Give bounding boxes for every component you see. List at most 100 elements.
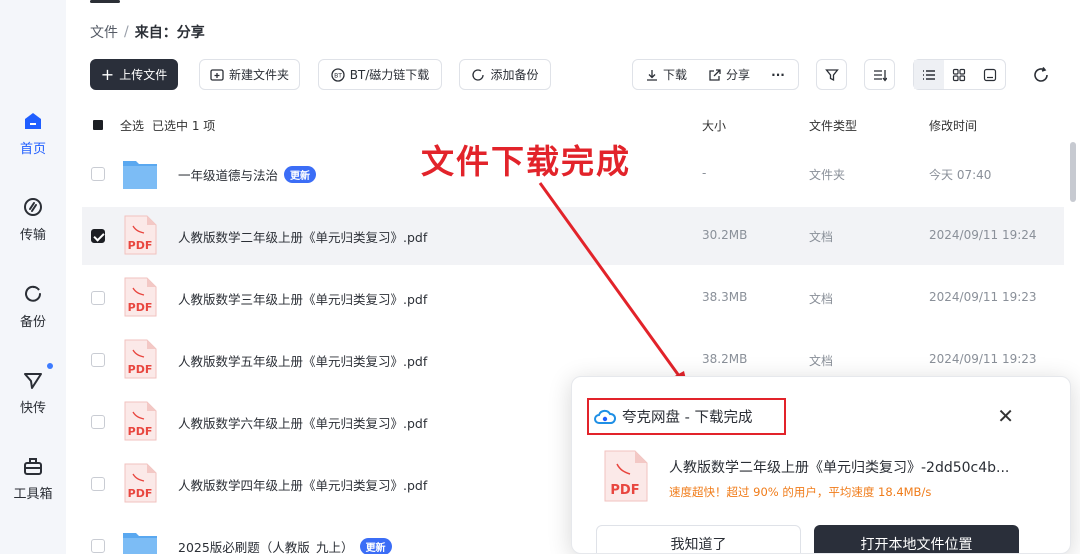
pdf-icon: PDF xyxy=(124,463,157,503)
pdf-file-icon: PDF xyxy=(604,450,648,502)
row-checkbox[interactable] xyxy=(91,539,105,553)
file-name-text: 人教版数学六年级上册《单元归类复习》.pdf xyxy=(178,416,428,431)
sidebar-item-toolbox[interactable]: 工具箱 xyxy=(0,455,66,502)
download-icon xyxy=(646,69,657,81)
quick-send-icon xyxy=(24,373,42,389)
share-button[interactable]: 分享 xyxy=(699,60,759,89)
more-button[interactable]: ··· xyxy=(759,60,797,89)
filter-icon xyxy=(824,68,839,81)
add-backup-label: 添加备份 xyxy=(490,68,539,82)
file-name[interactable]: 一年级道德与法治 更新 xyxy=(178,165,317,184)
update-badge: 更新 xyxy=(359,538,392,554)
new-folder-button[interactable]: 新建文件夹 xyxy=(199,59,300,90)
sort-icon xyxy=(873,69,887,82)
sidebar-item-quick-send[interactable]: 快传 xyxy=(0,369,66,416)
popup-file-name: 人教版数学二年级上册《单元归类复习》-2dd50c4b... xyxy=(669,460,1010,476)
share-label: 分享 xyxy=(725,68,750,82)
select-all-label[interactable]: 全选 xyxy=(120,117,144,134)
tab-indicator xyxy=(90,0,120,3)
file-name-text: 人教版数学二年级上册《单元归类复习》.pdf xyxy=(178,230,428,245)
column-type[interactable]: 文件类型 xyxy=(809,117,857,134)
sidebar-item-label: 传输 xyxy=(19,228,46,243)
row-checkbox[interactable] xyxy=(91,353,105,367)
file-size: - xyxy=(702,166,707,180)
bt-download-button[interactable]: BT BT/磁力链下载 xyxy=(318,59,442,90)
home-icon xyxy=(25,113,41,129)
row-checkbox[interactable] xyxy=(91,291,105,305)
table-row[interactable]: PDF 人教版数学二年级上册《单元归类复习》.pdf 30.2MB 文档 2024/09… xyxy=(82,207,1064,265)
column-size[interactable]: 大小 xyxy=(702,117,726,134)
filter-button[interactable] xyxy=(816,59,847,90)
selected-count: 已选中 1 项 xyxy=(152,119,216,133)
file-name[interactable]: 2025版必刷题（人教版_九上） 更新 xyxy=(178,537,392,554)
file-type: 文档 xyxy=(809,292,834,306)
toolbox-icon xyxy=(24,458,42,475)
file-name-text: 人教版数学五年级上册《单元归类复习》.pdf xyxy=(178,354,428,369)
file-type: 文档 xyxy=(809,354,834,368)
download-label: 下载 xyxy=(662,68,687,82)
table-row[interactable]: PDF 人教版数学三年级上册《单元归类复习》.pdf 38.3MB 文档 2024/09… xyxy=(82,269,1064,327)
file-modified-time: 2024/09/11 19:23 xyxy=(929,352,1037,366)
file-name[interactable]: 人教版数学二年级上册《单元归类复习》.pdf xyxy=(178,227,427,246)
backup-icon xyxy=(472,68,485,81)
file-name[interactable]: 人教版数学四年级上册《单元归类复习》.pdf xyxy=(178,475,427,494)
file-modified-time: 今天 07:40 xyxy=(929,168,992,182)
file-name[interactable]: 人教版数学六年级上册《单元归类复习》.pdf xyxy=(178,413,427,432)
share-icon xyxy=(709,68,721,81)
file-modified-time: 2024/09/11 19:24 xyxy=(929,228,1037,242)
row-checkbox[interactable] xyxy=(91,229,105,243)
sort-button[interactable] xyxy=(864,59,895,90)
file-type: 文档 xyxy=(809,230,834,244)
upload-button[interactable]: + 上传文件 xyxy=(90,59,178,90)
file-name-text: 人教版数学三年级上册《单元归类复习》.pdf xyxy=(178,292,428,307)
svg-text:BT: BT xyxy=(334,72,342,79)
refresh-button[interactable] xyxy=(1031,65,1051,85)
sidebar-item-transfer[interactable]: 传输 xyxy=(0,196,66,243)
sidebar-item-backup[interactable]: 备份 xyxy=(0,283,66,330)
view-switcher xyxy=(913,59,1006,90)
preview-view-button[interactable] xyxy=(975,60,1005,89)
breadcrumb-root[interactable]: 文件 xyxy=(90,22,118,42)
close-icon[interactable]: ✕ xyxy=(997,406,1014,426)
more-icon: ··· xyxy=(771,67,785,82)
file-name-text: 2025版必刷题（人教版_九上） xyxy=(178,540,354,554)
select-all-checkbox[interactable] xyxy=(91,118,105,132)
scrollbar[interactable] xyxy=(1070,142,1076,202)
quark-cloud-icon xyxy=(594,409,616,424)
pdf-icon: PDF xyxy=(124,339,157,379)
file-name[interactable]: 人教版数学五年级上册《单元归类复习》.pdf xyxy=(178,351,427,370)
file-size: 38.2MB xyxy=(702,352,748,366)
dismiss-button[interactable]: 我知道了 xyxy=(596,525,801,553)
add-backup-button[interactable]: 添加备份 xyxy=(459,59,551,90)
popup-speed-text: 速度超快！超过 90% 的用户，平均速度 18.4MB/s xyxy=(669,485,932,499)
row-checkbox[interactable] xyxy=(91,167,105,181)
sidebar-item-home[interactable]: 首页 xyxy=(0,110,66,157)
sidebar-item-label: 快传 xyxy=(19,401,46,416)
folder-icon xyxy=(123,533,157,554)
transfer-icon xyxy=(24,198,42,216)
pdf-icon: PDF xyxy=(124,277,157,317)
list-view-icon xyxy=(923,69,936,80)
row-checkbox[interactable] xyxy=(91,415,105,429)
svg-text:PDF: PDF xyxy=(128,363,153,376)
list-view-button[interactable] xyxy=(914,60,945,89)
file-name-text: 一年级道德与法治 xyxy=(178,168,279,183)
bt-icon: BT xyxy=(331,67,345,82)
file-size: 38.3MB xyxy=(702,290,748,304)
grid-view-button[interactable] xyxy=(944,60,974,89)
row-checkbox[interactable] xyxy=(91,477,105,491)
download-button[interactable]: 下载 xyxy=(633,60,699,89)
column-modified[interactable]: 修改时间 xyxy=(929,117,977,134)
sidebar-item-label: 工具箱 xyxy=(13,487,53,502)
breadcrumb: 文件 / 来自：分享 xyxy=(90,22,205,42)
file-name[interactable]: 人教版数学三年级上册《单元归类复习》.pdf xyxy=(178,289,427,308)
file-type: 文件夹 xyxy=(809,168,846,182)
open-location-button[interactable]: 打开本地文件位置 xyxy=(814,525,1019,553)
bt-download-label: BT/磁力链下载 xyxy=(349,68,430,82)
annotation-text: 文件下载完成 xyxy=(421,142,631,181)
sidebar-item-label: 备份 xyxy=(19,315,46,330)
selection-actions: 下载 分享 ··· xyxy=(632,59,799,90)
file-name-text: 人教版数学四年级上册《单元归类复习》.pdf xyxy=(178,478,428,493)
notification-dot xyxy=(47,363,53,369)
preview-view-icon xyxy=(983,68,996,81)
